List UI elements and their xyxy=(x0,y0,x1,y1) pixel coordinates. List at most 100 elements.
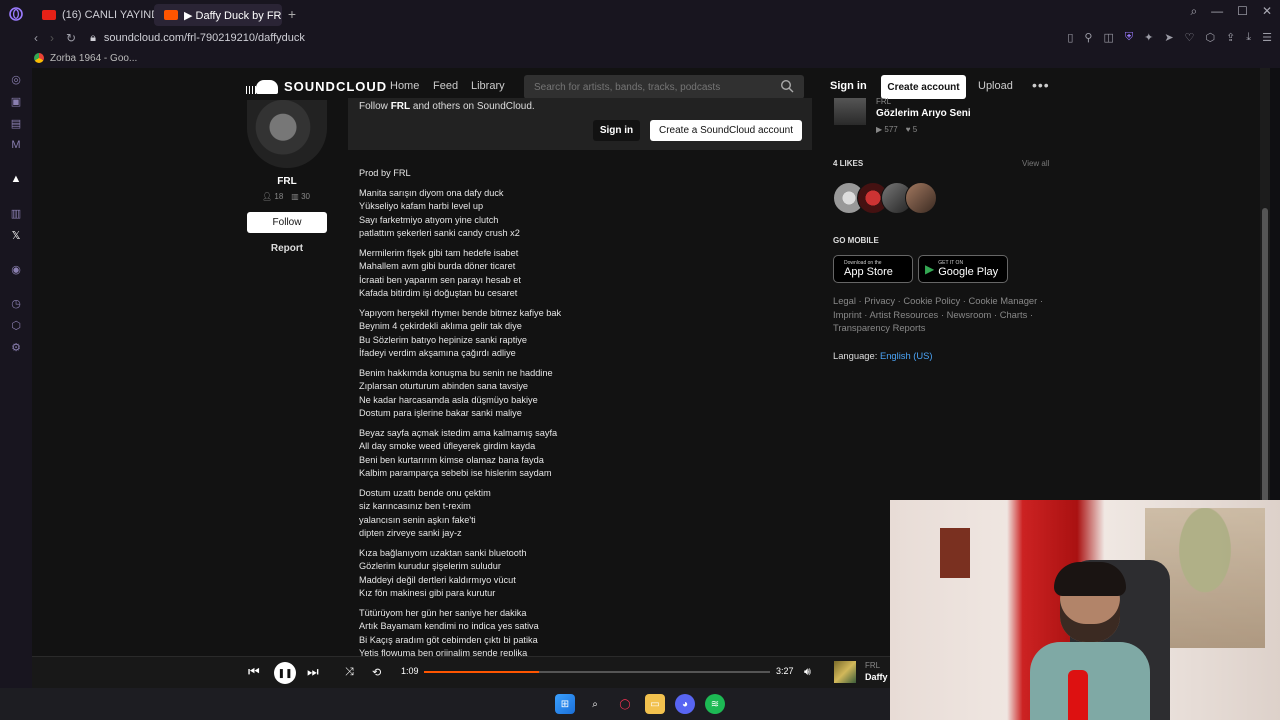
download-icon[interactable]: ⤓ xyxy=(1246,31,1251,44)
artist-name[interactable]: FRL xyxy=(247,176,327,187)
back-icon[interactable]: ‹ xyxy=(34,31,38,45)
lyric-line: Mermilerim fişek gibi tam hedefe isabet xyxy=(359,247,519,258)
minimize-icon[interactable]: — xyxy=(1211,4,1223,19)
sidebar-toggle-icon[interactable]: ▯ xyxy=(1067,31,1073,44)
browser-sidebar: ◎ ▣ ▤ M ▲ ▥ 𝕏 ◉ ◷ ⬡ ⚙ xyxy=(0,68,32,688)
next-icon[interactable]: ⏭ xyxy=(307,664,319,680)
google-play-icon: ▶ xyxy=(925,262,935,276)
new-tab-button[interactable]: + xyxy=(282,6,302,22)
forward-icon[interactable]: › xyxy=(50,31,54,45)
upload-link[interactable]: Upload xyxy=(978,80,1013,92)
now-playing-artist[interactable]: FRL xyxy=(865,661,880,670)
search-tabs-icon[interactable]: ⌕ xyxy=(1190,4,1197,19)
search-input[interactable] xyxy=(524,75,804,99)
logo-text: SOUNDCLOUD xyxy=(284,78,388,94)
more-menu-icon[interactable]: ••• xyxy=(1032,77,1050,93)
signup-promo: Follow FRL and others on SoundCloud. Sig… xyxy=(348,98,812,150)
artist-avatar[interactable] xyxy=(247,100,327,168)
soundcloud-logo[interactable]: SOUNDCLOUD xyxy=(246,78,387,94)
gx-control-icon[interactable]: ◎ xyxy=(0,68,32,90)
promo-sign-in-button[interactable]: Sign in xyxy=(593,120,640,141)
messenger-icon[interactable]: M xyxy=(0,134,32,156)
window-controls: ⌕ — ☐ ✕ xyxy=(1190,4,1272,19)
followers-count[interactable]: 👤︎ 18 xyxy=(262,192,283,201)
url-field[interactable]: 🔒︎ soundcloud.com/frl-790219210/daffyduc… xyxy=(90,32,305,45)
settings-icon[interactable]: ⚙ xyxy=(0,336,32,358)
windows-start-icon[interactable]: ⊞ xyxy=(555,694,575,714)
previous-icon[interactable]: ⏮ xyxy=(248,664,260,680)
extensions-icon[interactable]: ⬡ xyxy=(1205,31,1215,44)
related-track-title[interactable]: Gözlerim Arıyo Seni xyxy=(876,108,971,119)
taskbar-search-icon[interactable]: ⌕ xyxy=(585,694,605,714)
arc-icon[interactable]: ▲ xyxy=(0,168,32,190)
shuffle-icon[interactable]: ⤨ xyxy=(345,666,354,679)
lyric-line: Kafada bitirdim işi doğuştan bu cesaret xyxy=(359,288,518,299)
lyric-line: Kız fön makinesi gibi para kurutur xyxy=(359,588,496,599)
pin-icon[interactable]: ⚲ xyxy=(1084,31,1092,44)
share-icon[interactable]: ⇪ xyxy=(1226,31,1235,44)
lyric-stanza: Yapıyom herşekil rhymeı bende bitmez kaf… xyxy=(359,307,799,361)
footer-links[interactable]: Legal · Privacy · Cookie Policy · Cookie… xyxy=(833,294,1058,335)
lyric-line: İfadeyi verdim akşamına çağırdı adliye xyxy=(359,348,516,359)
view-all-likes-link[interactable]: View all xyxy=(1022,159,1049,168)
pause-button[interactable]: ❚❚ xyxy=(274,662,296,684)
extensions-sidebar-icon[interactable]: ⬡ xyxy=(0,314,32,336)
discord-icon[interactable]: ◕ xyxy=(675,694,695,714)
app-store-badge[interactable]: Download on the App Store xyxy=(833,255,913,283)
maximize-icon[interactable]: ☐ xyxy=(1237,4,1248,19)
lyric-line: yalancısın senin aşkın fake'ti xyxy=(359,514,476,525)
close-icon[interactable]: ✕ xyxy=(1262,4,1272,19)
translate-icon[interactable]: ✦ xyxy=(1144,31,1153,44)
repeat-icon[interactable]: ⟲ xyxy=(372,666,381,679)
twitch-icon[interactable]: ▥ xyxy=(0,202,32,224)
shield-icon[interactable]: ⛨ xyxy=(1125,31,1133,44)
opera-gx-taskbar-icon[interactable]: ◯ xyxy=(615,694,635,714)
menu-icon[interactable]: ☰ xyxy=(1262,31,1272,44)
streamer xyxy=(1030,562,1150,720)
related-track-artist[interactable]: FRL xyxy=(876,97,891,106)
camera-icon[interactable]: ◫ xyxy=(1103,31,1113,44)
related-track-artwork[interactable] xyxy=(834,98,866,125)
search-icon[interactable] xyxy=(780,79,794,93)
tab-soundcloud[interactable]: ▶ Daffy Duck by FRL xyxy=(154,4,282,26)
report-button[interactable]: Report xyxy=(247,243,327,254)
liker-avatar[interactable] xyxy=(905,182,937,214)
x-twitter-icon[interactable]: 𝕏 xyxy=(0,224,32,246)
progress-bar[interactable] xyxy=(424,671,770,673)
reload-icon[interactable]: ↻ xyxy=(66,31,76,45)
artist-stats: 👤︎ 18 ▥ 30 xyxy=(262,192,310,201)
likes-heading: 4 LIKES xyxy=(833,159,864,168)
tab-youtube[interactable]: (16) CANLI YAYINDA ÖLD xyxy=(32,4,154,26)
nav-buttons: ‹ › ↻ xyxy=(0,31,76,45)
spotify-icon[interactable]: ≋ xyxy=(705,694,725,714)
nav-feed[interactable]: Feed xyxy=(433,80,458,92)
send-icon[interactable]: ➤ xyxy=(1164,31,1173,44)
now-playing-artwork[interactable] xyxy=(834,661,856,683)
nav-home[interactable]: Home xyxy=(390,80,419,92)
plays-count: ▶ 577 xyxy=(876,125,898,134)
sign-in-button[interactable]: Sign in xyxy=(830,80,867,92)
heart-icon[interactable]: ♡ xyxy=(1185,31,1195,44)
file-explorer-icon[interactable]: ▭ xyxy=(645,694,665,714)
history-icon[interactable]: ◷ xyxy=(0,292,32,314)
lyric-line: Beynim 4 çekirdekli aklıma gelir tak diy… xyxy=(359,321,522,332)
follow-button[interactable]: Follow xyxy=(247,212,327,233)
volume-icon[interactable]: 🔊︎ xyxy=(804,666,811,679)
credit-line: Prod by FRL xyxy=(359,168,411,178)
language-link[interactable]: English (US) xyxy=(880,350,933,361)
create-account-button[interactable]: Create account xyxy=(881,75,966,99)
player-icon[interactable]: ◉ xyxy=(0,258,32,280)
bookmark-zorba[interactable]: Zorba 1964 - Goo... xyxy=(50,53,137,64)
tab-label: ▶ Daffy Duck by FRL xyxy=(184,9,282,22)
gx-tracker-icon[interactable]: ▤ xyxy=(0,112,32,134)
now-playing-title[interactable]: Daffy D xyxy=(865,672,890,682)
nav-library[interactable]: Library xyxy=(471,80,505,92)
language-selector: Language: English (US) xyxy=(833,350,933,361)
url-text: soundcloud.com/frl-790219210/daffyduck xyxy=(103,32,305,44)
scroll-thumb[interactable] xyxy=(1262,208,1268,508)
opera-gx-logo-icon[interactable] xyxy=(0,0,32,28)
google-play-badge[interactable]: ▶ GET IT ON Google Play xyxy=(918,255,1008,283)
gx-corner-icon[interactable]: ▣ xyxy=(0,90,32,112)
tracks-count[interactable]: ▥ 30 xyxy=(291,192,310,201)
promo-create-account-button[interactable]: Create a SoundCloud account xyxy=(650,120,802,141)
